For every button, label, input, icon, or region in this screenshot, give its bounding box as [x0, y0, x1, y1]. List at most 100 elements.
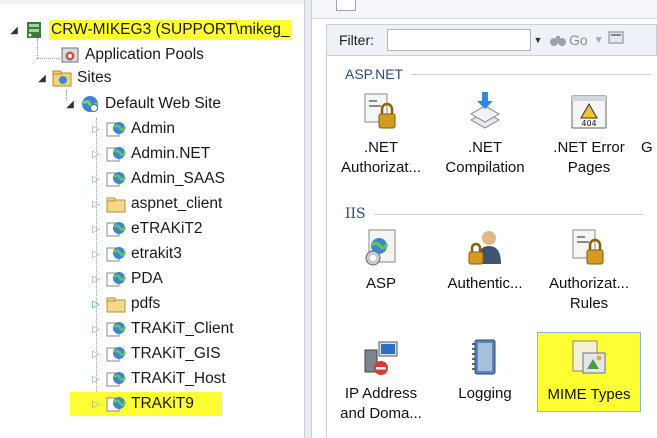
- web-app-icon: [106, 319, 127, 339]
- feature-mime-types[interactable]: MIME Types: [537, 332, 641, 412]
- tree-node-default-web-site[interactable]: ◢ Default Web Site: [64, 92, 221, 116]
- go-button[interactable]: Go: [549, 32, 588, 48]
- pane-splitter[interactable]: [304, 0, 312, 438]
- web-app-icon: [106, 344, 127, 364]
- features-view: ASP.NET .NET Authorizat... .NET Compilat…: [326, 56, 657, 438]
- user-lock-icon: [465, 228, 505, 268]
- tree-node-application-pools[interactable]: Application Pools: [60, 43, 204, 67]
- tree-line: [37, 58, 59, 59]
- feature-authorization-rules[interactable]: Authorizat... Rules: [537, 228, 641, 314]
- group-title: ASP.NET: [345, 66, 404, 82]
- features-pane: Filter: ▼ Go ▼ ASP.NET .NET Authorizat..…: [312, 0, 657, 438]
- expand-arrow-icon[interactable]: ▷: [90, 323, 102, 335]
- lock-document-icon: [361, 92, 401, 132]
- web-app-icon: [106, 219, 127, 239]
- collapse-arrow-icon[interactable]: ◢: [36, 72, 48, 84]
- tree-item-label: TRAKiT_Host: [131, 370, 226, 387]
- web-app-icon: [106, 144, 127, 164]
- expand-arrow-icon[interactable]: ▷: [90, 198, 102, 210]
- lock-document-icon: [569, 228, 609, 268]
- tree-node-server[interactable]: ◢ CRW-MIKEG3 (SUPPORT\mikeg_: [8, 18, 292, 42]
- tree-node-pda[interactable]: ▷ PDA: [90, 267, 163, 291]
- feature-ip-address-domain[interactable]: IP Address and Doma...: [329, 338, 433, 424]
- web-app-icon: [106, 369, 127, 389]
- tree-node-etrakit2[interactable]: ▷ eTRAKiT2: [90, 217, 203, 241]
- feature-partial-tile[interactable]: G: [641, 92, 657, 158]
- tree-item-label: Admin: [131, 120, 175, 137]
- feature-label: Logging: [458, 385, 512, 402]
- expand-arrow-icon[interactable]: ▷: [90, 273, 102, 285]
- application-pools-icon: [60, 45, 80, 65]
- collapse-arrow-icon[interactable]: ◢: [64, 98, 76, 110]
- feature-label: ASP: [365, 275, 396, 292]
- sites-label: Sites: [77, 69, 112, 86]
- view-tab-button[interactable]: [336, 0, 356, 11]
- show-all-icon[interactable]: [608, 30, 624, 51]
- feature-net-error-pages[interactable]: 404 .NET Error Pages: [537, 92, 641, 178]
- tree-item-label: PDA: [131, 270, 163, 287]
- expand-arrow-icon[interactable]: ▷: [90, 298, 102, 310]
- tree-node-etrakit3[interactable]: ▷ etrakit3: [90, 242, 182, 266]
- feature-label: Authentic...: [447, 275, 523, 292]
- feature-label: Compilation: [445, 159, 525, 176]
- tree-node-sites[interactable]: ◢ Sites: [36, 66, 111, 90]
- tree-node-admin-net[interactable]: ▷ Admin.NET: [90, 142, 210, 166]
- go-dropdown-arrow-icon[interactable]: ▼: [594, 35, 604, 46]
- expand-arrow-icon[interactable]: ▷: [90, 348, 102, 360]
- expand-arrow-icon[interactable]: ▷: [90, 248, 102, 260]
- tree-item-label: pdfs: [131, 295, 161, 312]
- compilation-stack-icon: [465, 92, 505, 132]
- expand-arrow-icon[interactable]: ▷: [90, 148, 102, 160]
- tree-node-aspnet-client[interactable]: ▷ aspnet_client: [90, 192, 222, 216]
- tree-node-pdfs[interactable]: ▷ pdfs: [90, 292, 160, 316]
- web-app-icon: [106, 394, 127, 414]
- pane-header-strip: [312, 0, 657, 19]
- feature-net-compilation[interactable]: .NET Compilation: [433, 92, 537, 178]
- filter-toolbar: Filter: ▼ Go ▼: [326, 24, 657, 56]
- feature-label: .NET: [467, 139, 503, 156]
- feature-label: Pages: [567, 159, 611, 176]
- web-app-icon: [106, 119, 127, 139]
- tree-item-label: eTRAKiT2: [131, 220, 203, 237]
- group-header-aspnet: ASP.NET: [345, 66, 652, 82]
- tree-node-trakit-host[interactable]: ▷ TRAKiT_Host: [90, 367, 226, 391]
- error-code-text: 404: [581, 119, 596, 128]
- expand-arrow-icon[interactable]: ▷: [90, 373, 102, 385]
- feature-label: MIME Types: [547, 386, 631, 403]
- feature-logging[interactable]: Logging: [433, 338, 537, 404]
- web-app-icon: [106, 269, 127, 289]
- tree-item-label: Admin_SAAS: [131, 170, 225, 187]
- group-header-iis: IIS: [345, 206, 644, 222]
- collapse-arrow-icon[interactable]: ◢: [8, 24, 20, 36]
- group-title: IIS: [345, 206, 366, 222]
- feature-label: and Doma...: [340, 405, 422, 422]
- ip-restriction-icon: [361, 338, 401, 378]
- web-app-icon: [106, 244, 127, 264]
- connections-tree: ◢ CRW-MIKEG3 (SUPPORT\mikeg_ Application…: [0, 0, 304, 438]
- expand-arrow-icon[interactable]: ▷: [90, 398, 102, 410]
- application-pools-label: Application Pools: [85, 46, 204, 63]
- tree-node-trakit-client[interactable]: ▷ TRAKiT_Client: [90, 317, 233, 341]
- go-label: Go: [569, 32, 588, 48]
- expand-arrow-icon[interactable]: ▷: [90, 223, 102, 235]
- filter-dropdown-arrow-icon[interactable]: ▼: [531, 35, 545, 45]
- binoculars-icon: [550, 36, 566, 46]
- expand-arrow-icon[interactable]: ▷: [90, 173, 102, 185]
- tree-node-admin[interactable]: ▷ Admin: [90, 117, 175, 141]
- tree-item-label: Admin.NET: [131, 145, 211, 162]
- server-label: CRW-MIKEG3 (SUPPORT\mikeg_: [49, 20, 292, 40]
- feature-authentication[interactable]: Authentic...: [433, 228, 537, 294]
- asp-icon: [361, 228, 401, 268]
- globe-icon: [80, 94, 100, 114]
- default-web-site-label: Default Web Site: [105, 95, 222, 112]
- tree-top-border: [0, 0, 304, 4]
- feature-asp[interactable]: ASP: [329, 228, 433, 294]
- tree-item-label: TRAKiT_GIS: [131, 345, 221, 362]
- tree-node-trakit-gis[interactable]: ▷ TRAKiT_GIS: [90, 342, 221, 366]
- expand-arrow-icon[interactable]: ▷: [90, 123, 102, 135]
- filter-input[interactable]: [387, 29, 531, 51]
- feature-net-authorization[interactable]: .NET Authorizat...: [329, 92, 433, 178]
- tree-node-trakit9[interactable]: ▷ TRAKiT9: [70, 392, 222, 416]
- tree-node-admin-saas[interactable]: ▷ Admin_SAAS: [90, 167, 225, 191]
- filter-label: Filter:: [339, 32, 374, 48]
